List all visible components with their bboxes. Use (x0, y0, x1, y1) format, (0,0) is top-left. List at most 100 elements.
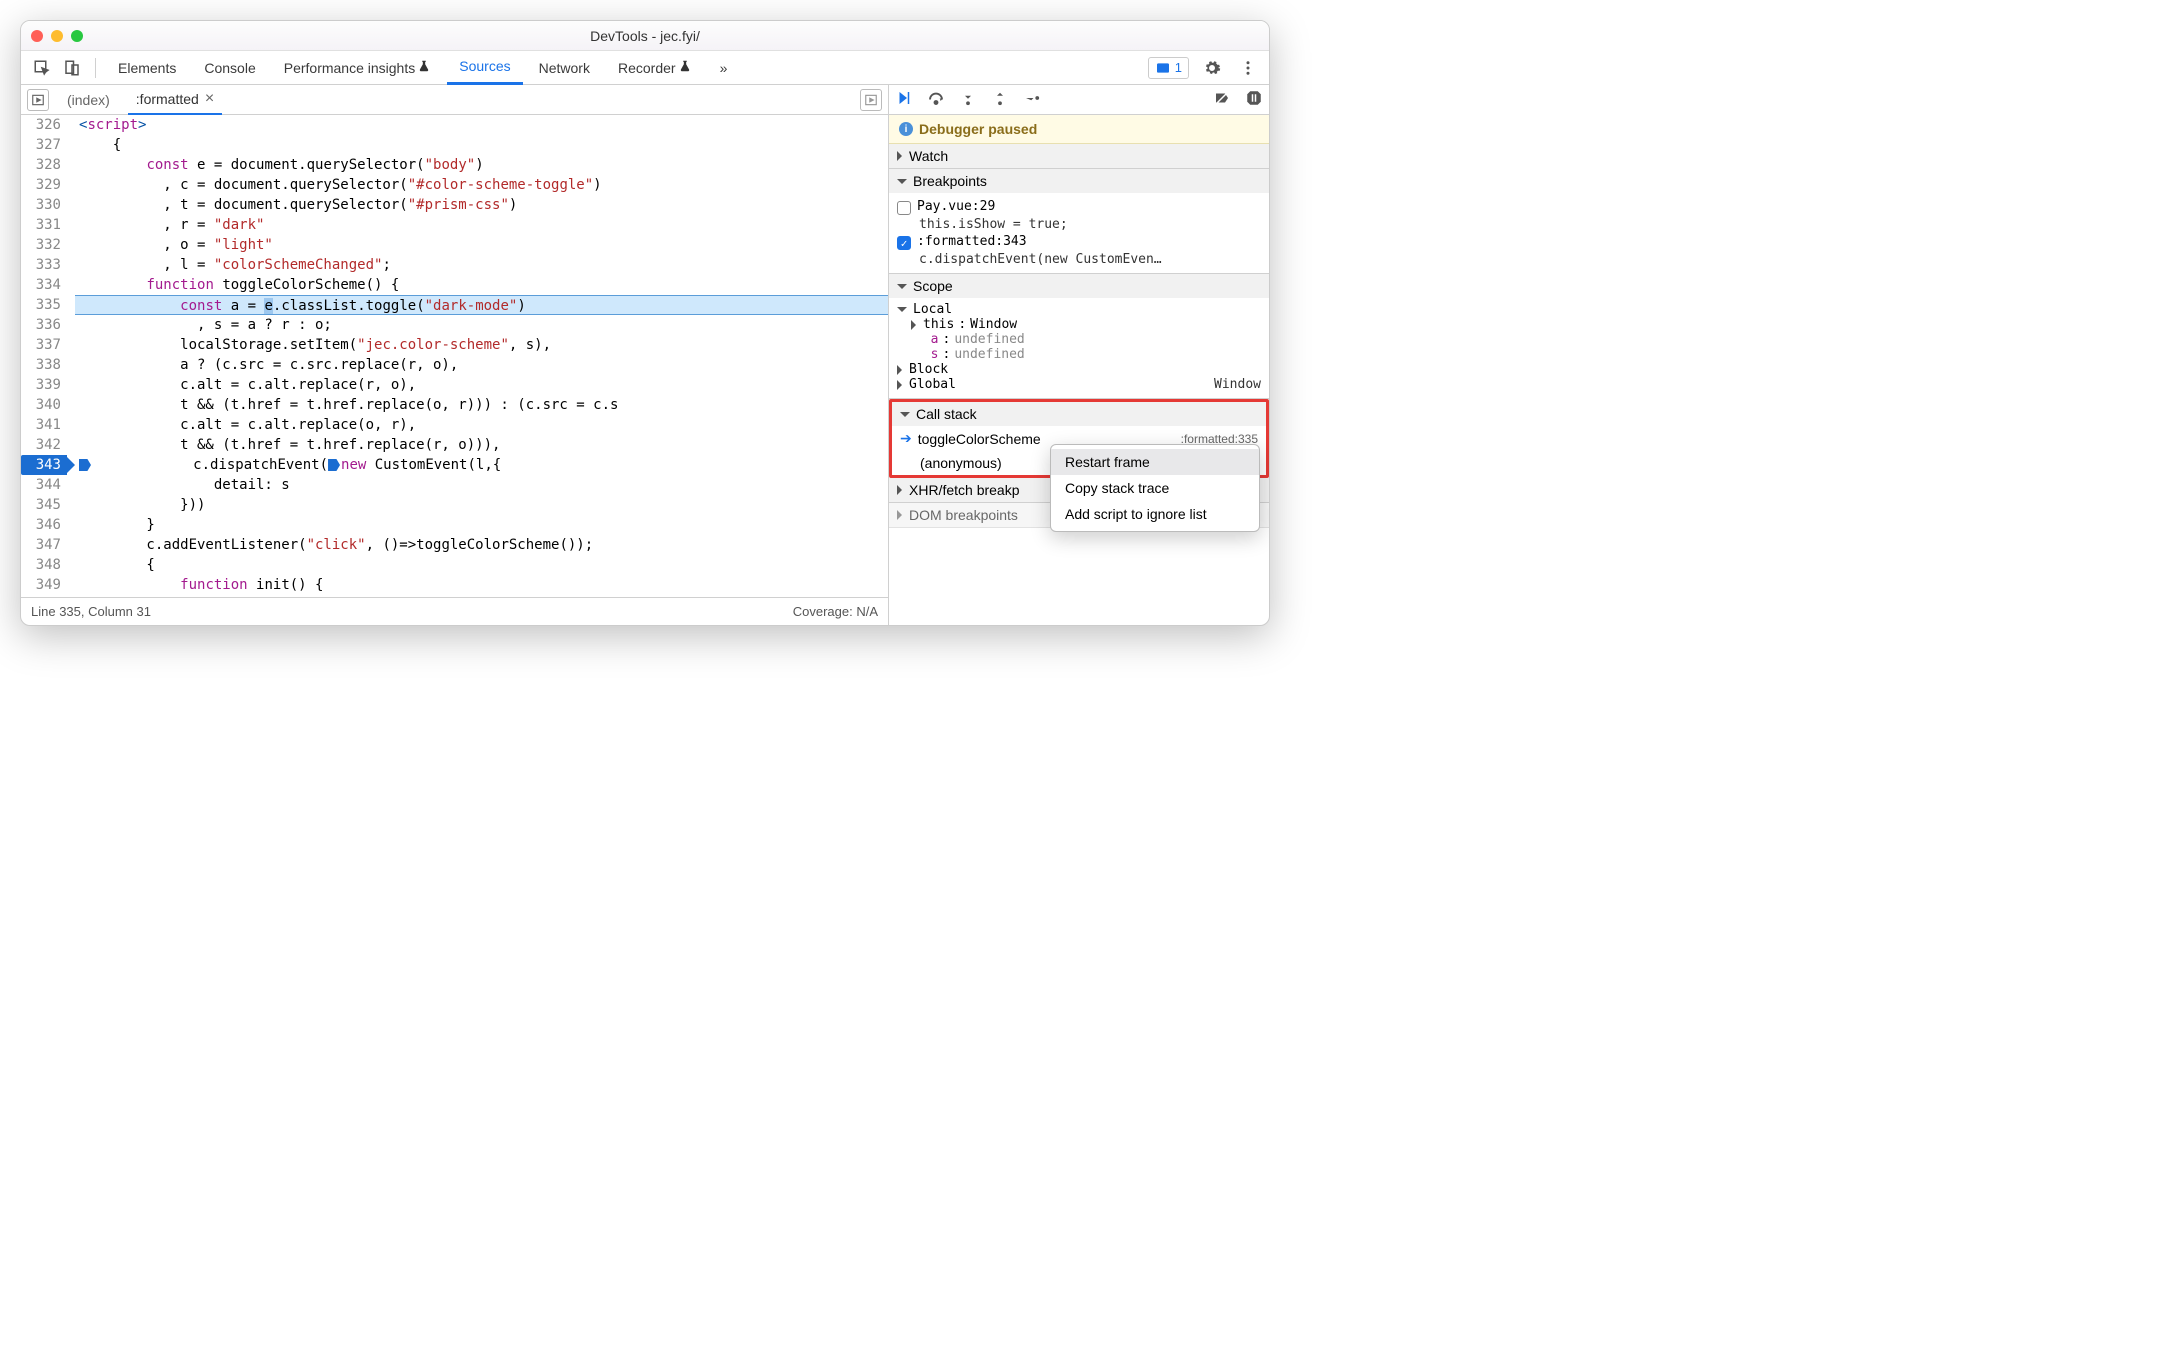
overflow-label: » (720, 60, 728, 76)
watch-section[interactable]: Watch (889, 144, 1269, 169)
scope-name: Local (913, 302, 952, 317)
callstack-highlighted: Call stack ➔ toggleColorScheme :formatte… (889, 399, 1269, 478)
expand-icon (897, 284, 907, 289)
section-header[interactable]: Call stack (892, 402, 1266, 426)
debugger-toolbar (889, 85, 1269, 115)
section-title: XHR/fetch breakp (909, 482, 1020, 498)
collapse-icon (897, 151, 902, 161)
section-header[interactable]: Breakpoints (889, 169, 1269, 193)
inspect-element-icon[interactable] (29, 55, 55, 81)
ctx-restart-frame[interactable]: Restart frame (1051, 449, 1259, 475)
scope-block[interactable]: Block (897, 362, 1261, 377)
issues-icon (1155, 60, 1171, 76)
coverage-status: Coverage: N/A (793, 604, 878, 619)
debugger-pane: i Debugger paused Watch Breakpoints Pay.… (889, 85, 1269, 625)
var-value: undefined (954, 347, 1024, 362)
checkbox[interactable] (897, 201, 911, 215)
section-title: DOM breakpoints (909, 507, 1018, 523)
collapse-icon (897, 365, 902, 375)
tab-console[interactable]: Console (192, 51, 267, 85)
expand-icon (900, 412, 910, 417)
collapse-icon (897, 485, 902, 495)
issues-button[interactable]: 1 (1148, 57, 1189, 79)
frame-name: (anonymous) (920, 455, 1002, 471)
context-menu: Restart frame Copy stack trace Add scrip… (1050, 444, 1260, 532)
tabs-overflow[interactable]: » (708, 51, 740, 85)
section-header[interactable]: Scope (889, 274, 1269, 298)
tab-label: Console (204, 60, 255, 76)
ctx-add-ignore-list[interactable]: Add script to ignore list (1051, 501, 1259, 527)
banner-text: Debugger paused (919, 121, 1037, 137)
checkbox-checked[interactable] (897, 236, 911, 250)
file-tab-label: (index) (67, 92, 110, 108)
file-tab-label: :formatted (136, 91, 199, 107)
scope-this[interactable]: this: Window (911, 317, 1261, 332)
file-tab-formatted[interactable]: :formatted × (128, 85, 222, 115)
tab-label: Sources (459, 58, 510, 74)
separator (95, 58, 96, 78)
step-out-icon[interactable] (991, 89, 1009, 110)
ctx-label: Restart frame (1065, 454, 1150, 470)
var-name: a (931, 332, 939, 347)
var-value: Window (1214, 377, 1261, 392)
kebab-menu-icon[interactable] (1235, 55, 1261, 81)
step-icon[interactable] (1023, 89, 1041, 110)
file-tabs-bar: (index) :formatted × (21, 85, 888, 115)
section-title: Scope (913, 278, 953, 294)
tab-performance-insights[interactable]: Performance insights (272, 51, 444, 85)
ctx-label: Add script to ignore list (1065, 506, 1207, 522)
close-tab-icon[interactable]: × (205, 90, 214, 108)
window-title: DevTools - jec.fyi/ (21, 28, 1269, 44)
pause-on-exceptions-icon[interactable] (1245, 89, 1263, 110)
deactivate-breakpoints-icon[interactable] (1213, 89, 1231, 110)
line-gutter[interactable]: 3263273283293303313323333343353363373383… (21, 115, 75, 597)
code-content[interactable]: <script> { const e = document.querySelec… (75, 115, 888, 597)
tab-network[interactable]: Network (527, 51, 602, 85)
titlebar: DevTools - jec.fyi/ (21, 21, 1269, 51)
tab-label: Elements (118, 60, 176, 76)
debugger-paused-banner: i Debugger paused (889, 115, 1269, 144)
statusbar: Line 335, Column 31 Coverage: N/A (21, 597, 888, 625)
code-editor[interactable]: 3263273283293303313323333343353363373383… (21, 115, 888, 597)
frame-name: toggleColorScheme (918, 431, 1041, 447)
var-value: Window (970, 317, 1017, 332)
tab-elements[interactable]: Elements (106, 51, 188, 85)
resume-icon[interactable] (895, 89, 913, 110)
breakpoint-item[interactable]: Pay.vue:29 (897, 199, 1261, 215)
breakpoint-item[interactable]: :formatted:343 (897, 234, 1261, 250)
device-toolbar-icon[interactable] (59, 55, 85, 81)
breakpoint-snippet: c.dispatchEvent(new CustomEven… (919, 252, 1261, 267)
scope-global[interactable]: Global Window (897, 377, 1261, 392)
tab-recorder[interactable]: Recorder (606, 51, 704, 85)
collapse-icon (897, 510, 902, 520)
navigator-toggle-icon[interactable] (27, 89, 49, 111)
ctx-label: Copy stack trace (1065, 480, 1169, 496)
expand-icon (897, 307, 907, 312)
scope-name: Global (909, 377, 956, 392)
flask-icon (417, 59, 431, 76)
section-title: Call stack (916, 406, 977, 422)
ctx-copy-stack-trace[interactable]: Copy stack trace (1051, 475, 1259, 501)
breakpoints-section: Breakpoints Pay.vue:29 this.isShow = tru… (889, 169, 1269, 274)
scope-local[interactable]: Local (897, 302, 1261, 317)
info-icon: i (899, 122, 913, 136)
scope-var[interactable]: a: undefined (911, 332, 1261, 347)
section-title: Breakpoints (913, 173, 987, 189)
flask-icon (678, 59, 692, 76)
tab-label: Recorder (618, 60, 676, 76)
scope-section: Scope Local this: Window a: undefined s:… (889, 274, 1269, 399)
scope-name: Block (909, 362, 948, 377)
tab-sources[interactable]: Sources (447, 51, 522, 85)
step-into-icon[interactable] (959, 89, 977, 110)
scope-var[interactable]: s: undefined (911, 347, 1261, 362)
run-snippet-icon[interactable] (860, 89, 882, 111)
var-name: s (931, 347, 939, 362)
step-over-icon[interactable] (927, 89, 945, 110)
breakpoint-snippet: this.isShow = true; (919, 217, 1261, 232)
devtools-window: DevTools - jec.fyi/ Elements Console Per… (20, 20, 1270, 626)
tab-label: Network (539, 60, 590, 76)
settings-icon[interactable] (1199, 55, 1225, 81)
main-toolbar: Elements Console Performance insights So… (21, 51, 1269, 85)
section-title: Watch (909, 148, 948, 164)
file-tab-index[interactable]: (index) (59, 85, 118, 115)
